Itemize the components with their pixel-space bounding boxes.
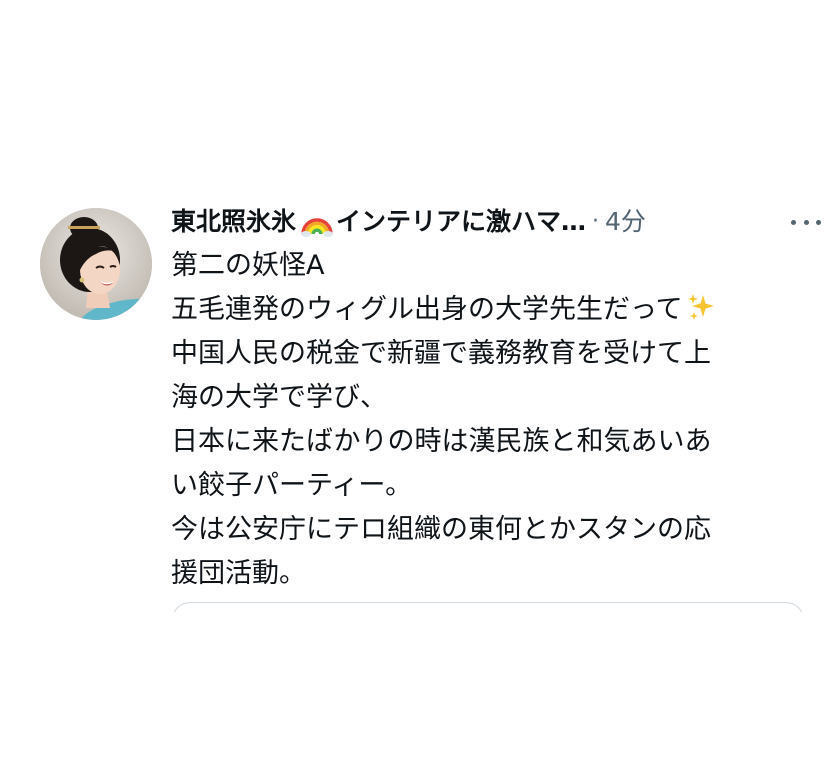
post-text-line: 第二の妖怪A <box>171 250 325 281</box>
post-header: 東北照氷氷 インテリアに激ハマ… · 4分 <box>171 200 801 244</box>
post-text-line: 海の大学で学び、 <box>171 382 387 413</box>
post-text-line: 中国人民の税金で新疆で義務教育を受けて上 <box>171 338 711 369</box>
separator: · <box>592 209 600 234</box>
post-text-line: 今は公安庁にテロ組織の東何とかスタンの応 <box>171 514 711 545</box>
author-name-suffix[interactable]: インテリアに激ハマ… <box>336 200 586 244</box>
post-text-line: 五毛連発のウィグル出身の大学先生だって <box>171 294 683 325</box>
avatar[interactable] <box>40 208 152 320</box>
post-text-line: 援団活動。 <box>171 558 306 589</box>
post-text-line-with-sparkle: 五毛連発のウィグル出身の大学先生だって <box>171 288 801 332</box>
author-name[interactable]: 東北照氷氷 <box>171 200 296 244</box>
post-time[interactable]: 4分 <box>605 200 646 244</box>
rainbow-emoji <box>300 207 334 237</box>
post-text-line: い餃子パーティー。 <box>171 470 413 501</box>
post-text: 第二の妖怪A 五毛連発のウィグル出身の大学先生だって 中国人民の税金で新疆で義務… <box>171 244 801 596</box>
blank-area <box>0 612 828 757</box>
more-horizontal-icon[interactable] <box>791 210 821 234</box>
post[interactable]: 東北照氷氷 インテリアに激ハマ… · 4分 第二の妖怪A 五毛連発のウィグル出身… <box>40 200 821 620</box>
post-content: 東北照氷氷 インテリアに激ハマ… · 4分 第二の妖怪A 五毛連発のウィグル出身… <box>171 200 821 596</box>
post-text-line: 日本に来たばかりの時は漢民族と和気あいあ <box>171 426 712 457</box>
sparkles-emoji <box>685 291 717 323</box>
